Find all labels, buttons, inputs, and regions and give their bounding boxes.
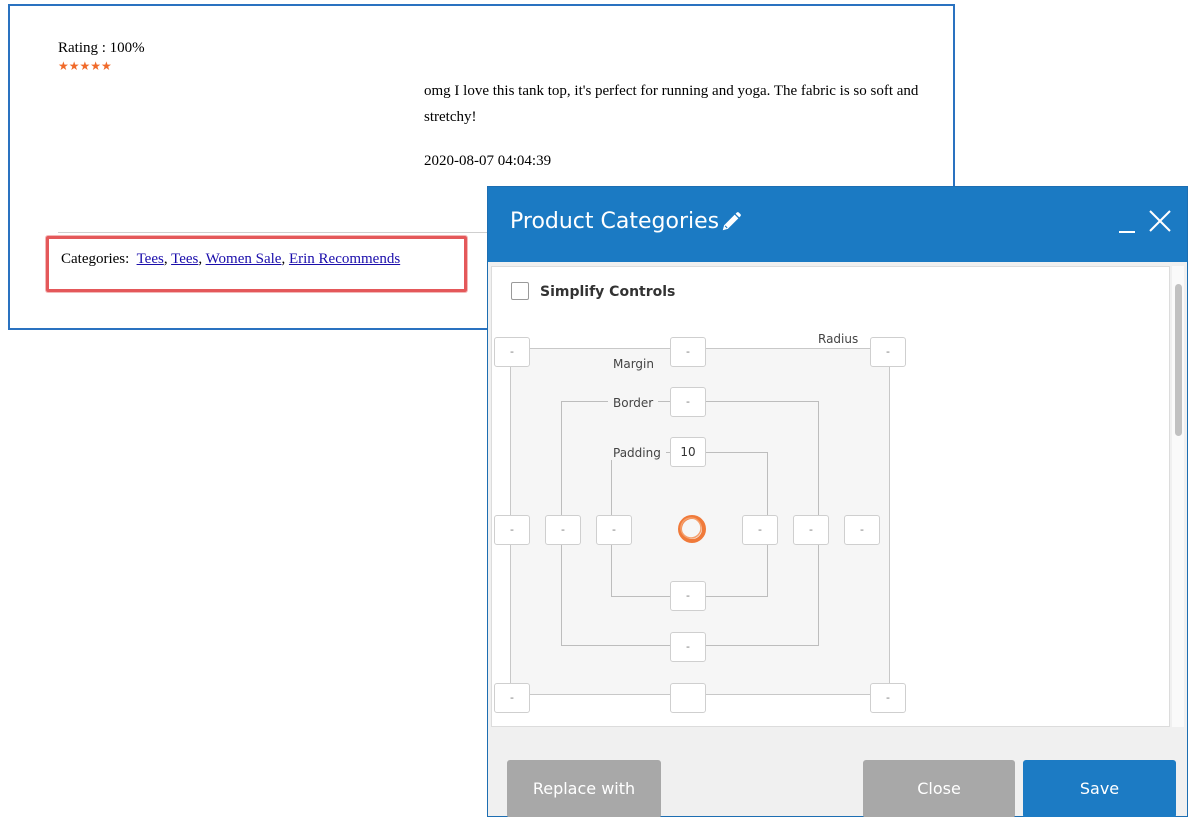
save-button[interactable]: Save bbox=[1023, 760, 1176, 817]
radius-top-left-input[interactable]: - bbox=[494, 337, 530, 367]
margin-top-input[interactable]: - bbox=[670, 337, 706, 367]
radius-label: Radius bbox=[813, 332, 864, 346]
padding-label: Padding bbox=[608, 446, 666, 460]
replace-with-button[interactable]: Replace with bbox=[507, 760, 661, 817]
margin-bottom-input[interactable] bbox=[670, 683, 706, 713]
review-body: omg I love this tank top, it's perfect f… bbox=[424, 83, 919, 125]
border-top-input[interactable]: - bbox=[670, 387, 706, 417]
padding-top-input[interactable]: 10 bbox=[670, 437, 706, 467]
modal-scrollbar[interactable] bbox=[1172, 266, 1184, 727]
radius-bottom-left-input[interactable]: - bbox=[494, 683, 530, 713]
category-link-tees-2[interactable]: Tees bbox=[171, 251, 198, 267]
categories-highlight: Categories: Tees, Tees, Women Sale, Erin… bbox=[46, 236, 467, 292]
category-link-women-sale[interactable]: Women Sale bbox=[206, 251, 282, 267]
radius-bottom-right-input[interactable]: - bbox=[870, 683, 906, 713]
category-link-tees-1[interactable]: Tees bbox=[137, 251, 164, 267]
modal-scrollbar-thumb[interactable] bbox=[1175, 284, 1182, 436]
radius-top-right-input[interactable]: - bbox=[870, 337, 906, 367]
margin-label: Margin bbox=[608, 357, 659, 371]
product-categories-modal: Product Categories Simplify Controls Mar… bbox=[487, 186, 1188, 817]
review-date: 2020-08-07 04:04:39 bbox=[424, 153, 552, 169]
categories-row: Categories: Tees, Tees, Women Sale, Erin… bbox=[61, 251, 400, 268]
padding-bottom-input[interactable]: - bbox=[670, 581, 706, 611]
simplify-controls-label: Simplify Controls bbox=[540, 284, 676, 300]
modal-body: Simplify Controls Margin Border Padding … bbox=[491, 266, 1170, 727]
simplify-controls-checkbox[interactable] bbox=[511, 282, 529, 300]
margin-left-input[interactable]: - bbox=[494, 515, 530, 545]
modal-header: Product Categories bbox=[488, 187, 1187, 262]
margin-right-input[interactable]: - bbox=[844, 515, 880, 545]
ring-icon bbox=[678, 515, 706, 543]
pencil-icon[interactable] bbox=[720, 211, 742, 233]
category-link-erin-recommends[interactable]: Erin Recommends bbox=[289, 251, 400, 267]
category-separator: , bbox=[163, 251, 172, 267]
rating-text: Rating : 100% bbox=[58, 40, 145, 56]
padding-left-input[interactable]: - bbox=[596, 515, 632, 545]
rating-stars: ★★★★★ bbox=[58, 59, 112, 73]
minimize-icon[interactable] bbox=[1118, 205, 1136, 235]
categories-label: Categories: bbox=[61, 251, 130, 267]
category-separator: , bbox=[198, 251, 206, 267]
close-button[interactable]: Close bbox=[863, 760, 1015, 817]
category-separator: , bbox=[281, 251, 289, 267]
border-bottom-input[interactable]: - bbox=[670, 632, 706, 662]
border-right-input[interactable]: - bbox=[793, 515, 829, 545]
padding-right-input[interactable]: - bbox=[742, 515, 778, 545]
close-x-icon[interactable] bbox=[1148, 209, 1172, 233]
border-left-input[interactable]: - bbox=[545, 515, 581, 545]
border-label: Border bbox=[608, 396, 659, 410]
modal-title: Product Categories bbox=[510, 209, 720, 234]
